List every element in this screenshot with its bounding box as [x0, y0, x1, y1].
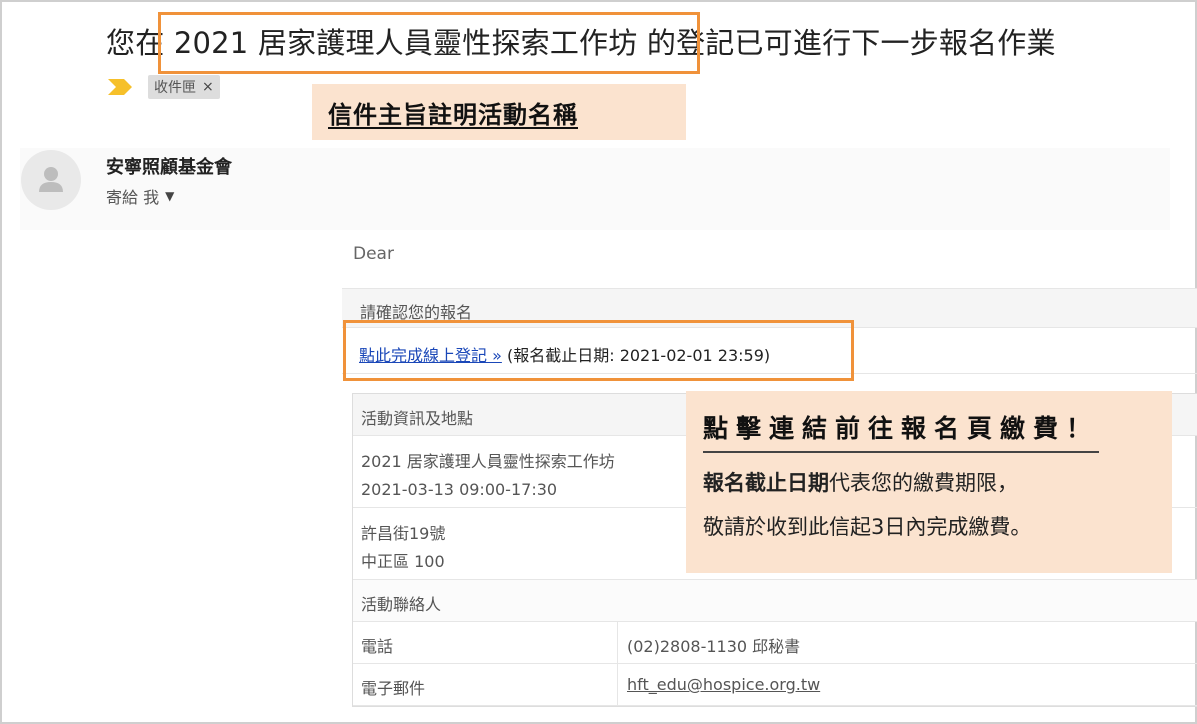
- column-divider: [617, 622, 618, 663]
- chevron-down-icon[interactable]: ▼: [165, 189, 174, 203]
- subject-annotation-text: 信件主旨註明活動名稱: [328, 100, 578, 129]
- payment-callout-line-2-rest: 代表您的繳費期限，: [829, 471, 1018, 495]
- deadline-term: 報名截止日期: [703, 471, 829, 495]
- subject-suffix: 的登記已可進行下一步報名作業: [637, 26, 1056, 60]
- payment-callout-line-3: 敬請於收到此信起3日內完成繳費。: [703, 515, 1032, 539]
- link-highlight-box: [343, 320, 854, 381]
- recipient-line[interactable]: 寄給 我 ▼: [106, 184, 174, 208]
- column-divider: [617, 664, 618, 705]
- payment-annotation-callout: 點擊連結前往報名頁繳費！ 報名截止日期代表您的繳費期限， 敬請於收到此信起3日內…: [686, 391, 1172, 573]
- phone-value: (02)2808-1130 邱秘書: [627, 637, 801, 656]
- payment-callout-line-2: 報名截止日期代表您的繳費期限，: [703, 467, 1172, 497]
- subject-highlight-box: [158, 12, 700, 74]
- email-link[interactable]: hft_edu@hospice.org.tw: [627, 675, 820, 694]
- remove-label-icon[interactable]: ×: [202, 79, 214, 95]
- contact-header: 活動聯絡人: [353, 580, 1197, 622]
- inbox-label-text: 收件匣: [154, 80, 196, 96]
- recipient-text: 寄給 我: [106, 188, 160, 207]
- phone-label: 電話: [361, 637, 394, 656]
- email-row: 電子郵件 hft_edu@hospice.org.tw: [353, 664, 1197, 706]
- subject-annotation-callout: 信件主旨註明活動名稱: [312, 84, 686, 140]
- person-icon: [39, 167, 63, 192]
- inbox-label-chip[interactable]: 收件匣 ×: [148, 75, 220, 99]
- greeting: Dear: [353, 244, 394, 264]
- payment-callout-title: 點擊連結前往報名頁繳費！: [703, 409, 1100, 453]
- avatar[interactable]: [21, 150, 81, 210]
- email-label: 電子郵件: [361, 679, 426, 698]
- important-marker-icon[interactable]: [106, 77, 134, 97]
- phone-row: 電話 (02)2808-1130 邱秘書: [353, 622, 1197, 664]
- sender-name[interactable]: 安寧照顧基金會: [106, 153, 232, 179]
